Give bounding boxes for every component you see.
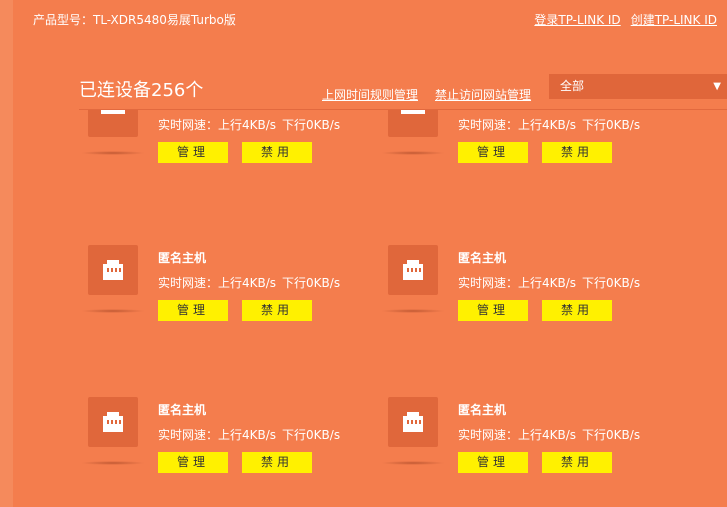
block-button[interactable]: 禁用 xyxy=(542,300,612,321)
device-speed: 实时网速：上行4KB/s 下行0KB/s xyxy=(458,116,640,133)
device-speed: 实时网速：上行4KB/s 下行0KB/s xyxy=(158,274,340,291)
upload-speed: 实时网速：上行4KB/s xyxy=(158,428,277,442)
ethernet-port-icon xyxy=(403,260,423,280)
icon-shadow xyxy=(81,309,145,313)
device-card: 实时网速：上行4KB/s 下行0KB/s 管理 禁用 xyxy=(79,110,379,217)
device-card: 匿名主机 实时网速：上行4KB/s 下行0KB/s 管理 禁用 xyxy=(379,397,679,507)
block-button[interactable]: 禁用 xyxy=(242,452,312,473)
left-edge-strip xyxy=(0,0,13,507)
upload-speed: 实时网速：上行4KB/s xyxy=(458,428,577,442)
chevron-down-icon: ▼ xyxy=(713,81,721,92)
device-filter-select[interactable]: 全部 ▼ xyxy=(549,74,727,99)
manage-button[interactable]: 管理 xyxy=(458,142,528,163)
device-icon-box xyxy=(388,397,438,447)
icon-shadow xyxy=(81,461,145,465)
download-speed: 下行0KB/s xyxy=(582,118,641,132)
account-links: 登录TP-LINK ID 创建TP-LINK ID xyxy=(534,11,717,28)
device-speed: 实时网速：上行4KB/s 下行0KB/s xyxy=(458,426,640,443)
ethernet-port-icon xyxy=(403,412,423,432)
internet-time-rules-link[interactable]: 上网时间规则管理 xyxy=(322,86,418,103)
upload-speed: 实时网速：上行4KB/s xyxy=(158,276,277,290)
connected-devices-title: 已连设备256个 xyxy=(79,80,204,101)
management-links: 上网时间规则管理 禁止访问网站管理 xyxy=(322,86,531,103)
icon-shadow xyxy=(81,151,145,155)
manage-button[interactable]: 管理 xyxy=(158,300,228,321)
block-button[interactable]: 禁用 xyxy=(542,452,612,473)
monitor-icon xyxy=(101,110,125,114)
ethernet-port-icon xyxy=(103,260,123,280)
device-icon-box xyxy=(388,245,438,295)
device-name: 匿名主机 xyxy=(458,403,507,417)
manage-button[interactable]: 管理 xyxy=(158,452,228,473)
icon-shadow xyxy=(381,309,445,313)
device-speed: 实时网速：上行4KB/s 下行0KB/s xyxy=(458,274,640,291)
create-tplink-id-link[interactable]: 创建TP-LINK ID xyxy=(631,11,717,28)
download-speed: 下行0KB/s xyxy=(282,276,341,290)
device-card: 实时网速：上行4KB/s 下行0KB/s 管理 禁用 xyxy=(379,110,679,217)
block-button[interactable]: 禁用 xyxy=(542,142,612,163)
icon-shadow xyxy=(381,151,445,155)
manage-button[interactable]: 管理 xyxy=(458,452,528,473)
device-name: 匿名主机 xyxy=(158,251,207,265)
login-tplink-id-link[interactable]: 登录TP-LINK ID xyxy=(534,11,620,28)
monitor-icon xyxy=(401,110,425,114)
device-name: 匿名主机 xyxy=(458,251,507,265)
block-button[interactable]: 禁用 xyxy=(242,142,312,163)
download-speed: 下行0KB/s xyxy=(282,428,341,442)
download-speed: 下行0KB/s xyxy=(582,276,641,290)
device-card: 匿名主机 实时网速：上行4KB/s 下行0KB/s 管理 禁用 xyxy=(379,245,679,375)
block-button[interactable]: 禁用 xyxy=(242,300,312,321)
upload-speed: 实时网速：上行4KB/s xyxy=(458,118,577,132)
device-speed: 实时网速：上行4KB/s 下行0KB/s xyxy=(158,116,340,133)
ethernet-port-icon xyxy=(103,412,123,432)
manage-button[interactable]: 管理 xyxy=(158,142,228,163)
upload-speed: 实时网速：上行4KB/s xyxy=(458,276,577,290)
device-card: 匿名主机 实时网速：上行4KB/s 下行0KB/s 管理 禁用 xyxy=(79,397,379,507)
device-icon-box xyxy=(88,245,138,295)
device-icon-box xyxy=(88,397,138,447)
device-speed: 实时网速：上行4KB/s 下行0KB/s xyxy=(158,426,340,443)
icon-shadow xyxy=(381,461,445,465)
device-card: 匿名主机 实时网速：上行4KB/s 下行0KB/s 管理 禁用 xyxy=(79,245,379,375)
device-icon-box xyxy=(388,110,438,137)
upload-speed: 实时网速：上行4KB/s xyxy=(158,118,277,132)
download-speed: 下行0KB/s xyxy=(582,428,641,442)
manage-button[interactable]: 管理 xyxy=(458,300,528,321)
blocked-websites-link[interactable]: 禁止访问网站管理 xyxy=(435,86,531,103)
device-list[interactable]: 实时网速：上行4KB/s 下行0KB/s 管理 禁用 实时网速：上行4KB/s 下行… xyxy=(79,110,727,507)
device-name: 匿名主机 xyxy=(158,403,207,417)
download-speed: 下行0KB/s xyxy=(282,118,341,132)
product-model-label: 产品型号：TL-XDR5480易展Turbo版 xyxy=(33,13,236,27)
filter-selected-value: 全部 xyxy=(560,79,585,93)
device-icon-box xyxy=(88,110,138,137)
